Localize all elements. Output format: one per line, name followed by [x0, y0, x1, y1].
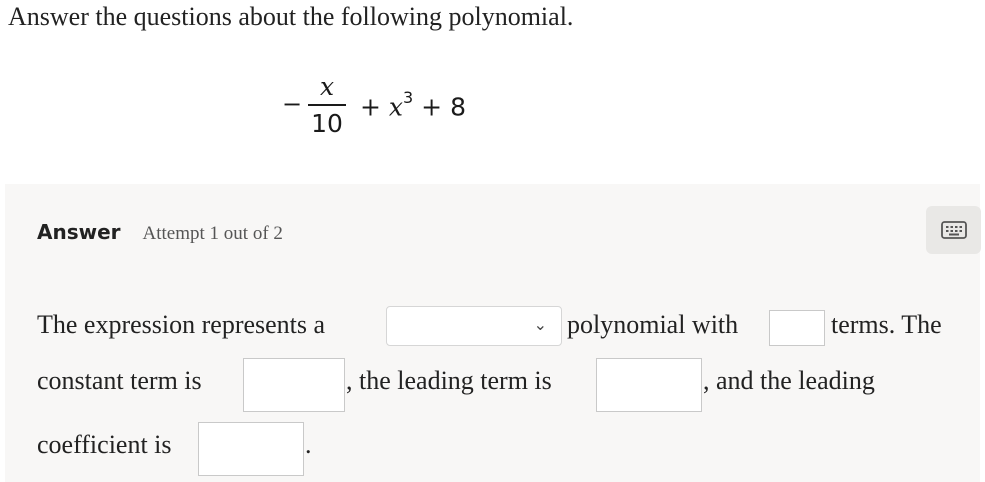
plus-sign: +: [360, 92, 381, 122]
question-text-6: , and the leading: [703, 366, 875, 395]
answer-panel: Answer Attempt 1 out of 2 The expression…: [5, 184, 981, 482]
variable-x: x: [388, 92, 404, 122]
keyboard-button[interactable]: [926, 206, 981, 254]
chevron-down-icon: ⌄: [533, 315, 547, 334]
question-text-4: constant term is: [37, 366, 202, 395]
question-text-3: terms. The: [831, 310, 942, 339]
attempt-counter: Attempt 1 out of 2: [142, 223, 283, 244]
constant: 8: [450, 92, 466, 122]
keyboard-icon: [940, 221, 967, 239]
instruction-text: Answer the questions about the following…: [8, 2, 574, 31]
exponent: 3: [403, 88, 414, 107]
answer-header: Answer Attempt 1 out of 2: [37, 220, 283, 245]
question-text-2: polynomial with: [567, 310, 739, 339]
leading-term-input[interactable]: [596, 358, 702, 412]
fraction: x 10: [308, 72, 346, 142]
fraction-numerator: x: [319, 72, 335, 101]
question-text-7: coefficient is: [37, 430, 172, 459]
question-text-1: The expression represents a: [37, 310, 326, 339]
expression-rest: + x3 + 8: [360, 88, 466, 122]
minus-sign: −: [282, 90, 303, 118]
polynomial-expression: − x 10 + x3 + 8: [280, 72, 540, 152]
plus-sign: +: [421, 92, 443, 122]
fraction-denominator: 10: [311, 108, 343, 138]
constant-term-input[interactable]: [243, 358, 345, 412]
answer-label: Answer: [37, 220, 121, 244]
polynomial-type-dropdown[interactable]: ⌄: [386, 306, 562, 346]
leading-coefficient-input[interactable]: [198, 422, 304, 476]
question-period: .: [305, 430, 312, 459]
question-text-5: , the leading term is: [346, 366, 552, 395]
terms-count-input[interactable]: [769, 310, 825, 346]
